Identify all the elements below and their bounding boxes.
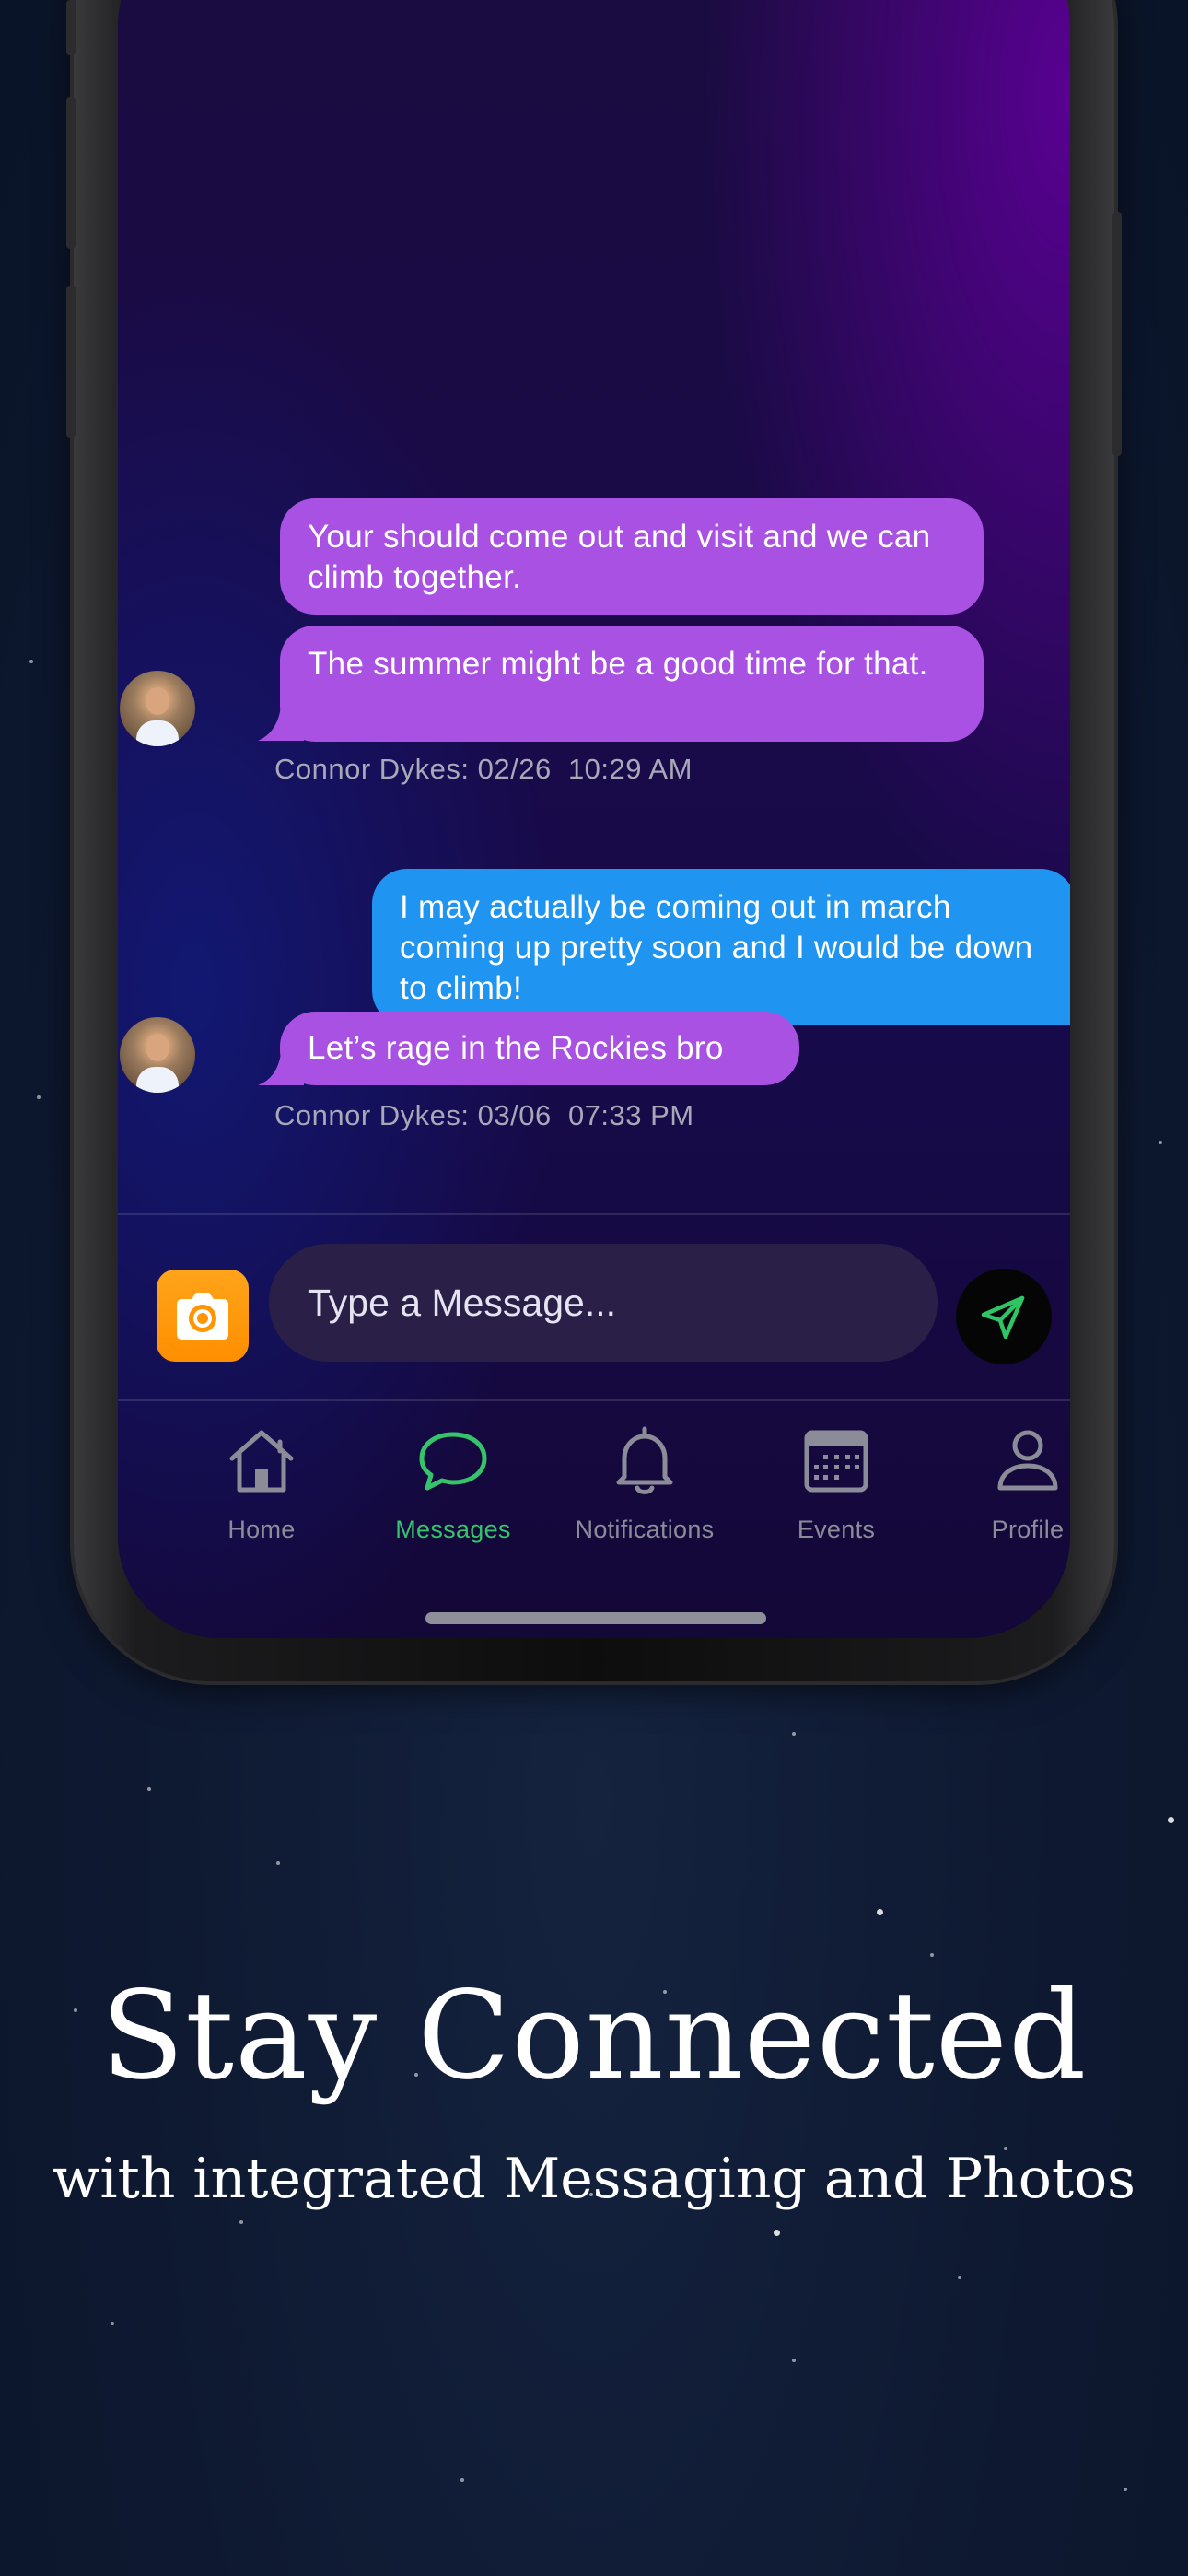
tab-events[interactable]: Events — [744, 1422, 928, 1544]
phone-side-button — [66, 0, 76, 55]
message-bubble-incoming[interactable]: Your should come out and visit and we ca… — [280, 498, 984, 615]
tabbar-divider — [118, 1399, 1070, 1401]
tab-label: Messages — [395, 1516, 511, 1543]
tab-label: Notifications — [575, 1516, 715, 1543]
bubble-tail — [258, 698, 304, 741]
message-bubble-incoming[interactable]: Let’s rage in the Rockies bro — [280, 1012, 799, 1085]
avatar[interactable] — [120, 1017, 195, 1093]
message-timestamp: Connor Dykes: 02/26 10:29 AM — [274, 753, 693, 785]
send-icon — [981, 1295, 1025, 1340]
message-bubble-outgoing[interactable]: I may actually be coming out in march co… — [372, 869, 1070, 1025]
message-text: I may actually be coming out in march co… — [400, 889, 1033, 1006]
message-text: Let’s rage in the Rockies bro — [308, 1030, 724, 1066]
app-screen: Your should come out and visit and we ca… — [118, 0, 1070, 1638]
phone-volume-up — [66, 97, 76, 249]
send-button[interactable] — [956, 1269, 1052, 1364]
promo-subtitle: with integrated Messaging and Photos — [52, 2147, 1136, 2211]
tab-messages[interactable]: Messages — [361, 1422, 545, 1544]
bell-icon — [616, 1426, 673, 1494]
home-icon — [229, 1430, 294, 1493]
tab-profile[interactable]: Profile — [936, 1422, 1070, 1544]
home-indicator[interactable] — [425, 1612, 766, 1624]
phone-volume-down — [66, 286, 76, 438]
person-icon — [997, 1430, 1058, 1491]
composer-divider — [118, 1213, 1070, 1215]
phone-frame: Your should come out and visit and we ca… — [66, 0, 1122, 1681]
avatar[interactable] — [120, 671, 195, 746]
message-text: Your should come out and visit and we ca… — [308, 519, 931, 595]
camera-button[interactable] — [157, 1270, 249, 1362]
promo-title: Stay Connected — [100, 1965, 1088, 2107]
message-bubble-incoming[interactable]: The summer might be a good time for that… — [280, 626, 984, 742]
phone-power-button — [1112, 212, 1122, 456]
tab-label: Home — [227, 1516, 296, 1543]
calendar-icon — [804, 1430, 868, 1493]
bubble-tail — [1048, 982, 1070, 1025]
message-input[interactable] — [269, 1244, 938, 1362]
chat-bubble-icon — [419, 1432, 487, 1491]
tab-home[interactable]: Home — [169, 1422, 354, 1544]
tab-label: Profile — [991, 1516, 1065, 1543]
tab-notifications[interactable]: Notifications — [553, 1422, 737, 1544]
bubble-tail — [258, 1046, 304, 1085]
camera-icon — [177, 1293, 228, 1340]
tab-label: Events — [797, 1516, 876, 1543]
message-text: The summer might be a good time for that… — [308, 646, 928, 682]
message-timestamp: Connor Dykes: 03/06 07:33 PM — [274, 1099, 694, 1131]
